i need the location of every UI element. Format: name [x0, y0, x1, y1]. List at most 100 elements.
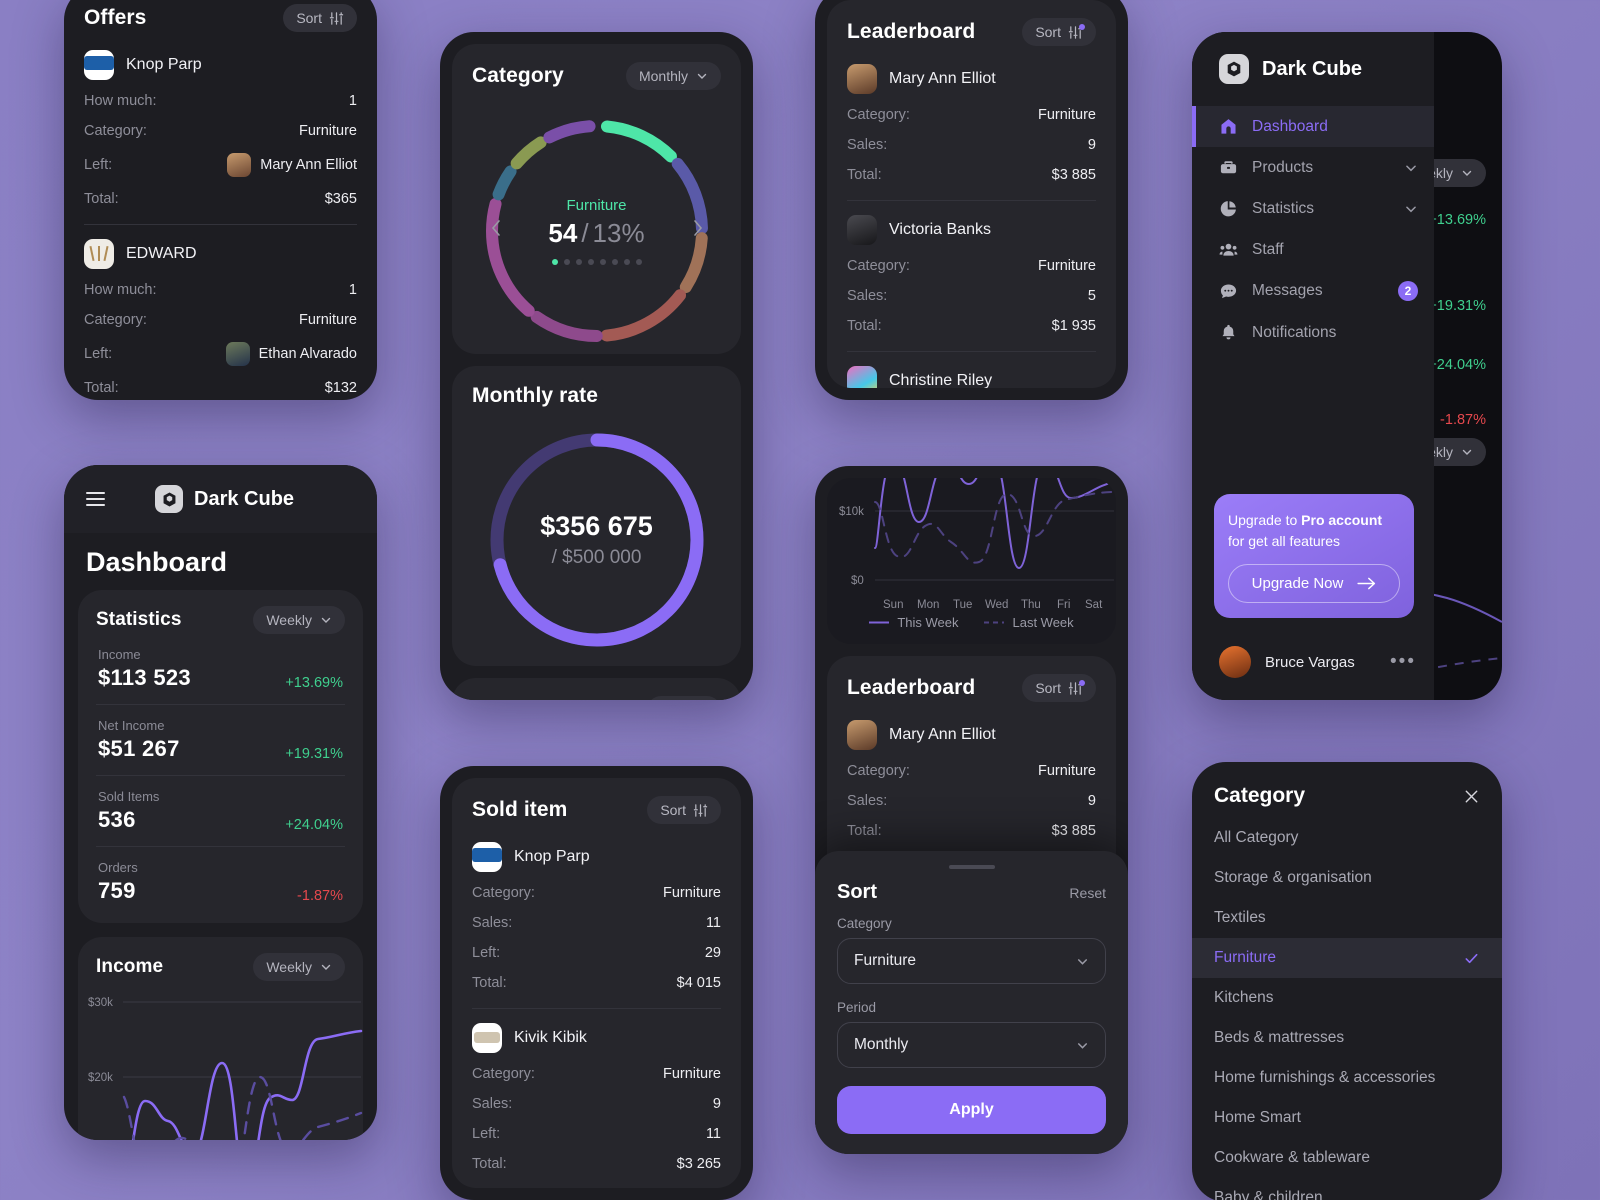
- drawer-brand: Dark Cube: [1192, 32, 1434, 106]
- category-option-beds[interactable]: Beds & mattresses: [1192, 1018, 1502, 1058]
- list-item[interactable]: Kivik Kibik: [452, 1015, 741, 1059]
- list-item[interactable]: Victoria Banks: [827, 207, 1116, 251]
- svg-text:$0: $0: [851, 575, 864, 587]
- category-period-dropdown[interactable]: Monthly: [625, 62, 721, 90]
- dot[interactable]: [623, 259, 630, 265]
- divider: [84, 224, 357, 225]
- period-select-value: Monthly: [854, 1036, 909, 1053]
- category-option-baby[interactable]: Baby & children: [1192, 1178, 1502, 1200]
- check-icon: [1463, 950, 1480, 967]
- sidebar-item-dashboard[interactable]: Dashboard: [1192, 106, 1434, 147]
- more-options-icon[interactable]: •••: [1390, 651, 1416, 673]
- menu-icon[interactable]: [86, 488, 105, 510]
- category-option-kitchens[interactable]: Kitchens: [1192, 978, 1502, 1018]
- donut-percent: 13%: [592, 218, 645, 248]
- close-icon[interactable]: [1463, 788, 1480, 805]
- category-option-home-furnishings[interactable]: Home furnishings & accessories: [1192, 1058, 1502, 1098]
- dot[interactable]: [551, 259, 558, 265]
- analytics-phone: $10k $0 Sun Mon Tue Wed Thu Fri Sat This…: [815, 466, 1128, 1154]
- sold-item-card: Sold item Sort Knop Parp Category: Furni…: [452, 778, 741, 1188]
- monthly-rate-title: Monthly rate: [472, 384, 599, 407]
- dot[interactable]: [635, 259, 642, 265]
- apply-button[interactable]: Apply: [837, 1086, 1106, 1134]
- avatar: [847, 64, 877, 94]
- stat-value: $51 267: [98, 736, 180, 761]
- statistics-period-dropdown[interactable]: Weekly: [253, 606, 345, 634]
- list-item[interactable]: EDWARD: [64, 231, 377, 275]
- sold-item-teaser-card: Sold item Sort: [452, 678, 741, 700]
- sidebar-item-messages[interactable]: Messages 2: [1192, 270, 1434, 312]
- row-key: Category:: [847, 107, 910, 123]
- leaderboard-bottom-sort-button[interactable]: Sort: [1022, 674, 1096, 702]
- legend-label: This Week: [897, 615, 959, 630]
- sidebar-phone: Weekly +13.69% +19.31% +24.04% -1.87% We…: [1192, 32, 1502, 700]
- category-option-cookware[interactable]: Cookware & tableware: [1192, 1138, 1502, 1178]
- sidebar-item-label: Staff: [1252, 240, 1284, 258]
- list-item[interactable]: Christine Riley: [827, 358, 1116, 388]
- row-key: Category:: [847, 258, 910, 274]
- bell-icon: [1219, 323, 1238, 342]
- sort-bottom-sheet: Sort Reset Category Furniture Period Mon…: [815, 851, 1128, 1154]
- rate-current: $356 675: [540, 511, 653, 541]
- dot[interactable]: [611, 259, 618, 265]
- row-value: $3 885: [1051, 167, 1096, 183]
- category-option-storage[interactable]: Storage & organisation: [1192, 858, 1502, 898]
- dot[interactable]: [563, 259, 570, 265]
- table-row: Category: Furniture: [827, 251, 1116, 281]
- row-key: Left:: [84, 157, 113, 173]
- item-thumbnail: [472, 1023, 502, 1053]
- sidebar-item-staff[interactable]: Staff: [1192, 229, 1434, 270]
- row-value: 9: [712, 1096, 721, 1112]
- sidebar-item-statistics[interactable]: Statistics: [1192, 188, 1434, 229]
- table-row: Sales: 9: [827, 786, 1116, 816]
- list-item[interactable]: Mary Ann Elliot: [827, 712, 1116, 756]
- category-option-textiles[interactable]: Textiles: [1192, 898, 1502, 938]
- income-period-dropdown[interactable]: Weekly: [253, 953, 345, 981]
- category-option-furniture[interactable]: Furniture: [1192, 938, 1502, 978]
- category-select[interactable]: Furniture: [837, 938, 1106, 984]
- list-item[interactable]: Mary Ann Elliot: [827, 56, 1116, 100]
- sidebar-item-products[interactable]: Products: [1192, 147, 1434, 188]
- sidebar-item-notifications[interactable]: Notifications: [1192, 312, 1434, 353]
- row-value: 9: [1087, 137, 1096, 153]
- sidebar-user[interactable]: Bruce Vargas •••: [1219, 646, 1416, 678]
- stat-label: Orders: [98, 860, 138, 875]
- behind-delta: +19.31%: [1428, 298, 1486, 314]
- table-row: Total: $1 935: [827, 311, 1116, 341]
- stat-delta: +13.69%: [285, 675, 343, 691]
- offers-sort-button[interactable]: Sort: [283, 4, 357, 32]
- leaderboard-sort-button[interactable]: Sort: [1022, 18, 1096, 46]
- sheet-grabber[interactable]: [948, 865, 995, 869]
- row-key: Sales:: [472, 1096, 513, 1112]
- table-row: Category: Furniture: [64, 116, 377, 146]
- weekly-chart-legend: This Week Last Week: [827, 607, 1116, 634]
- sidebar-item-label: Products: [1252, 158, 1314, 176]
- upgrade-line1-pre: Upgrade to: [1228, 512, 1302, 529]
- table-row: Left: Ethan Alvarado: [64, 335, 377, 373]
- upgrade-now-button[interactable]: Upgrade Now: [1228, 564, 1400, 603]
- sort-active-dot: [1079, 679, 1085, 686]
- reset-button[interactable]: Reset: [1069, 885, 1106, 901]
- svg-text:$20k: $20k: [88, 1072, 113, 1084]
- chevron-left-icon[interactable]: [488, 217, 504, 245]
- sold-item-teaser-sort-button[interactable]: Sort: [647, 696, 721, 700]
- home-icon: [1219, 117, 1238, 136]
- chevron-right-icon[interactable]: [690, 217, 706, 245]
- dot[interactable]: [599, 259, 606, 265]
- category-option-home-smart[interactable]: Home Smart: [1192, 1098, 1502, 1138]
- sold-item-sort-button[interactable]: Sort: [647, 796, 721, 824]
- row-value: 11: [705, 915, 721, 931]
- carousel-dots: [551, 259, 642, 265]
- list-item[interactable]: Knop Parp: [452, 834, 741, 878]
- legend-label: Last Week: [1012, 615, 1074, 630]
- period-select[interactable]: Monthly: [837, 1022, 1106, 1068]
- dot[interactable]: [575, 259, 582, 265]
- statistics-period-value: Weekly: [266, 612, 312, 628]
- cube-icon: [1219, 54, 1249, 84]
- period-field-label: Period: [837, 1000, 877, 1015]
- category-option-all[interactable]: All Category: [1192, 818, 1502, 858]
- legend-last-week: Last Week: [984, 615, 1074, 630]
- dot[interactable]: [587, 259, 594, 265]
- list-item[interactable]: Knop Parp: [64, 42, 377, 86]
- income-chart-card: Income Weekly $30k $20k $10k $0: [78, 937, 363, 1140]
